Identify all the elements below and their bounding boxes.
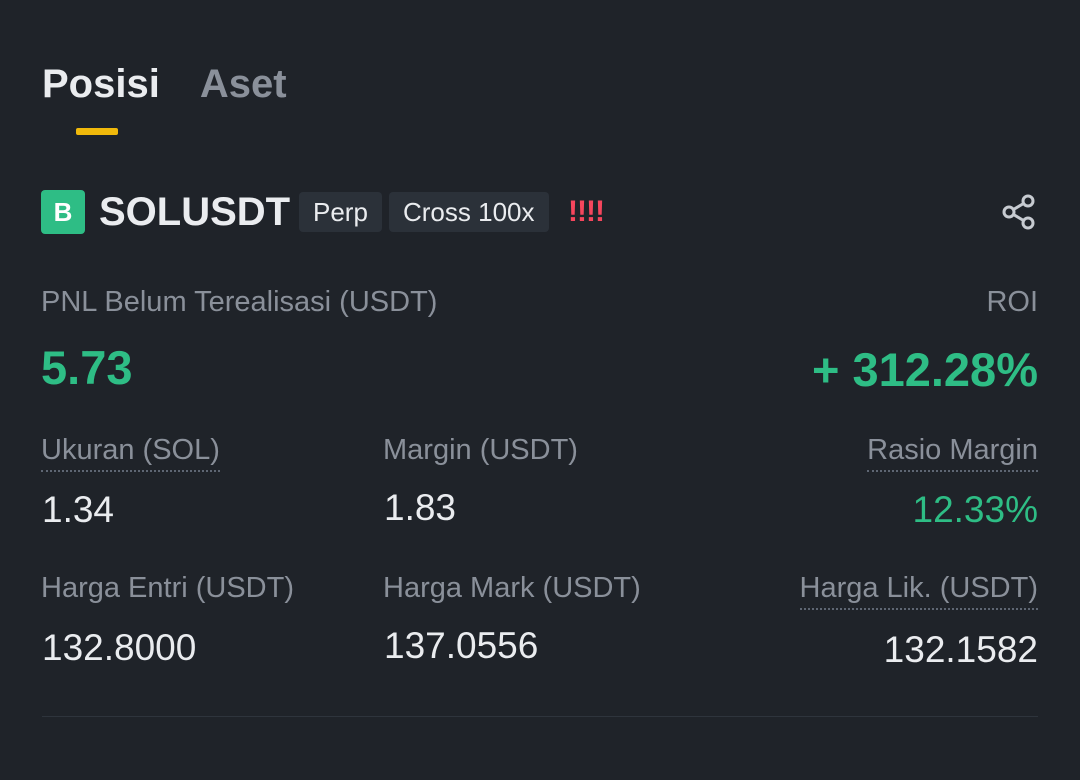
- positions-screen: Posisi Aset B SOLUSDT Perp Cross 100x !!…: [0, 0, 1080, 780]
- share-icon[interactable]: [999, 192, 1039, 232]
- entry-price-value: 132.8000: [42, 627, 197, 668]
- tab-bar: Posisi Aset: [42, 58, 287, 110]
- symbol-title[interactable]: SOLUSDT: [99, 188, 290, 236]
- mark-price-label: Harga Mark (USDT): [383, 572, 641, 604]
- liq-price-value: 132.1582: [883, 629, 1038, 670]
- liq-price-label[interactable]: Harga Lik. (USDT): [799, 570, 1038, 610]
- size-value: 1.34: [42, 489, 115, 530]
- exchange-badge-icon: B: [41, 190, 85, 234]
- margin-label: Margin (USDT): [383, 434, 578, 466]
- margin-value: 1.83: [384, 487, 457, 528]
- active-tab-indicator: [76, 128, 118, 135]
- tab-posisi[interactable]: Posisi: [42, 58, 160, 110]
- pnl-label: PNL Belum Terealisasi (USDT): [41, 286, 438, 318]
- section-divider: [42, 716, 1038, 717]
- risk-warning: !!!!: [568, 195, 605, 228]
- margin-ratio-label[interactable]: Rasio Margin: [867, 432, 1038, 472]
- tab-aset[interactable]: Aset: [200, 58, 287, 110]
- contract-type-tag: Perp: [299, 192, 382, 232]
- margin-mode-tag[interactable]: Cross 100x: [389, 192, 549, 232]
- entry-price-label: Harga Entri (USDT): [41, 572, 294, 604]
- size-label[interactable]: Ukuran (SOL): [41, 432, 220, 472]
- mark-price-value: 137.0556: [384, 625, 539, 666]
- roi-label: ROI: [986, 286, 1038, 318]
- margin-ratio-value: 12.33%: [912, 489, 1039, 530]
- position-header: B SOLUSDT Perp Cross 100x !!!!: [41, 190, 1039, 234]
- pnl-value: 5.73: [41, 341, 133, 394]
- roi-value: + 312.28%: [811, 343, 1038, 396]
